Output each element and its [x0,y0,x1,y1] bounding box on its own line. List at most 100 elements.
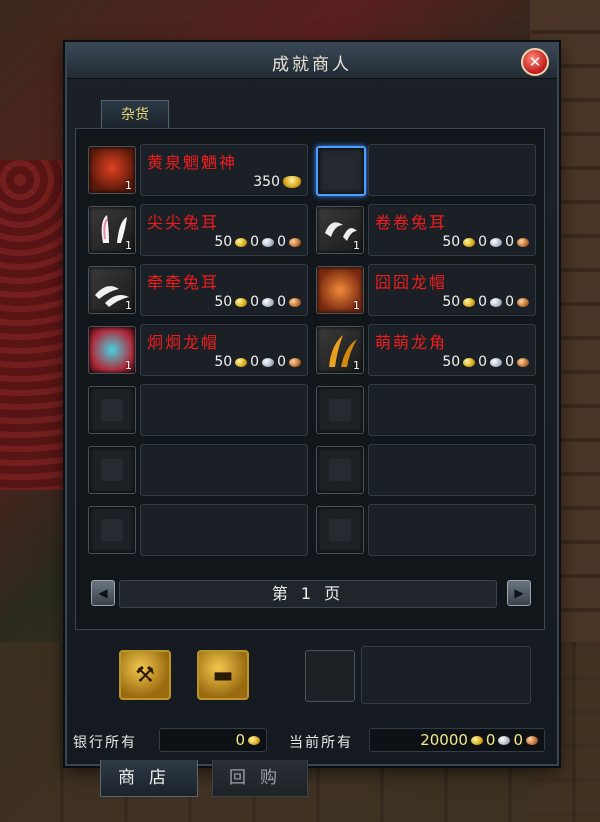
item-name: 尖尖兔耳 [147,213,220,232]
bank-label: 银行所有 [73,735,137,751]
dragon-hat-icon[interactable]: 1 [316,266,364,314]
window-title: 成就商人 [272,55,352,75]
item-slot-empty[interactable] [84,501,308,557]
page-indicator: 第 1 页 [119,580,497,608]
gold-coin-icon [248,735,260,745]
gold-coin-icon [235,357,248,367]
item-slot-empty[interactable] [312,501,536,557]
money-row: 银行所有 0 当前所有 20000 0 0 [73,728,549,754]
item-slot-empty[interactable] [312,141,536,197]
copper-coin-icon [517,357,529,367]
rabbit-ears-icon[interactable]: 1 [88,206,136,254]
item-price: 50 0 0 [214,234,301,250]
item-info [140,384,308,436]
item-slot[interactable]: 1 囧囧龙帽 50 0 0 [312,261,536,317]
item-slot[interactable]: 1 卷卷兔耳 50 0 0 [312,201,536,257]
item-info: 囧囧龙帽 50 0 0 [368,264,536,316]
item-slot-empty[interactable] [84,381,308,437]
silver-coin-icon [498,735,511,745]
item-slot[interactable]: 1 牵牵兔耳 50 0 0 [84,261,308,317]
preview-slot-icon[interactable] [305,650,355,702]
item-info [368,504,536,556]
item-slot-empty[interactable] [312,381,536,437]
close-icon[interactable]: ✕ [521,48,549,76]
silver-coin-icon [490,357,503,367]
item-name: 炯炯龙帽 [147,333,220,352]
gold-ingot-icon [283,176,301,188]
silver-coin-icon [490,297,503,307]
current-label: 当前所有 [289,735,353,751]
gold-coin-icon [463,357,476,367]
item-slot-empty[interactable] [312,441,536,497]
bank-money: 0 [159,728,267,752]
silver-coin-icon [262,357,275,367]
preview-info [361,646,531,704]
copper-coin-icon [526,735,538,745]
item-info [368,144,536,196]
item-name: 囧囧龙帽 [375,273,448,292]
item-slot[interactable]: 1 炯炯龙帽 50 0 0 [84,321,308,377]
gold-coin-icon [470,735,483,745]
gold-coin-icon [235,297,248,307]
copper-coin-icon [289,237,301,247]
empty-slot-icon[interactable] [316,446,364,494]
repair-hammer-button[interactable]: ⚒ [119,650,171,700]
item-price: 350 [253,174,301,190]
item-info: 尖尖兔耳 50 0 0 [140,204,308,256]
current-money: 20000 0 0 [369,728,545,752]
anvil-button[interactable]: ▬ [197,650,249,700]
gold-coin-icon [463,297,476,307]
item-price: 50 0 0 [214,294,301,310]
item-slot-empty[interactable] [84,441,308,497]
item-price: 50 0 0 [442,294,529,310]
copper-coin-icon [289,297,301,307]
tab-shop[interactable]: 商店 [100,760,198,797]
item-name: 萌萌龙角 [375,333,448,352]
silver-coin-icon [262,237,275,247]
item-slot[interactable]: 1 萌萌龙角 50 0 0 [312,321,536,377]
item-name: 黄泉魍魉神 [147,153,238,172]
item-info: 卷卷兔耳 50 0 0 [368,204,536,256]
empty-slot-icon[interactable] [88,506,136,554]
anvil-icon: ▬ [212,662,234,688]
silver-coin-icon [490,237,503,247]
prev-page-button[interactable]: ◀ [91,580,115,606]
item-info: 炯炯龙帽 50 0 0 [140,324,308,376]
creature-icon[interactable]: 1 [88,146,136,194]
hammer-icon: ⚒ [135,662,155,688]
rabbit-ears-icon[interactable]: 1 [88,266,136,314]
item-info [140,444,308,496]
item-info: 牵牵兔耳 50 0 0 [140,264,308,316]
empty-slot-icon[interactable] [316,146,366,196]
item-price: 50 0 0 [214,354,301,370]
empty-slot-icon[interactable] [316,386,364,434]
item-price: 50 0 0 [442,354,529,370]
gold-coin-icon [463,237,476,247]
tab-buyback[interactable]: 回购 [212,760,308,797]
item-name: 牵牵兔耳 [147,273,220,292]
tab-goods[interactable]: 杂货 [101,100,169,129]
item-grid: 1 黄泉魍魉神 350 1 尖尖兔耳 50 0 0 1 卷卷兔耳 50 0 0 … [75,128,545,630]
next-page-button[interactable]: ▶ [507,580,531,606]
copper-coin-icon [517,297,529,307]
item-price: 50 0 0 [442,234,529,250]
item-info: 萌萌龙角 50 0 0 [368,324,536,376]
item-info [368,444,536,496]
item-info [368,384,536,436]
dragon-hat-icon[interactable]: 1 [88,326,136,374]
rabbit-ears-icon[interactable]: 1 [316,206,364,254]
copper-coin-icon [517,237,529,247]
gold-coin-icon [235,237,248,247]
empty-slot-icon[interactable] [88,446,136,494]
item-slot[interactable]: 1 黄泉魍魉神 350 [84,141,308,197]
empty-slot-icon[interactable] [316,506,364,554]
dragon-horn-icon[interactable]: 1 [316,326,364,374]
item-slot[interactable]: 1 尖尖兔耳 50 0 0 [84,201,308,257]
merchant-window: 成就商人 ✕ 杂货 1 黄泉魍魉神 350 1 尖尖兔耳 50 0 0 1 卷卷… [65,42,559,766]
silver-coin-icon [262,297,275,307]
window-titlebar[interactable]: 成就商人 ✕ [67,44,557,79]
copper-coin-icon [289,357,301,367]
item-info: 黄泉魍魉神 350 [140,144,308,196]
empty-slot-icon[interactable] [88,386,136,434]
pager: ◀ 第 1 页 ▶ [79,578,543,608]
